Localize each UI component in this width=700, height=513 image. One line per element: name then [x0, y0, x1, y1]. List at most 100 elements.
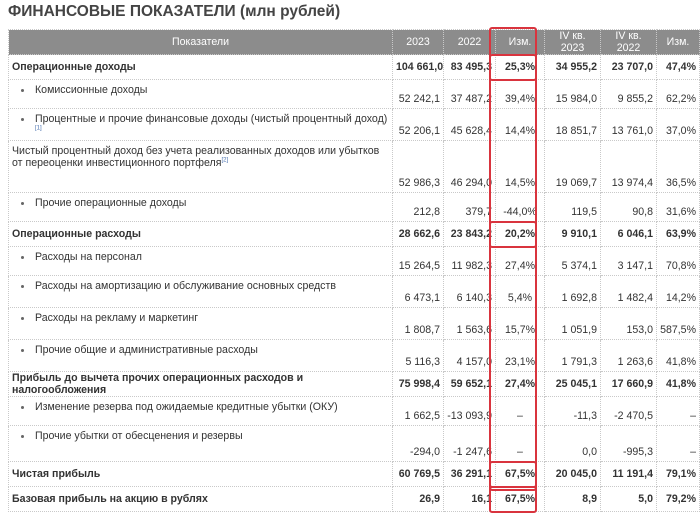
header-indicator: Показатели — [8, 29, 393, 55]
financial-table: Показатели 2023 2022 Изм. IV кв. 2023 IV… — [8, 29, 700, 512]
row-label: Изменение резерва под ожидаемые кредитны… — [8, 396, 393, 426]
value-2022: 46 294,0 — [443, 140, 496, 193]
value-change-year: 67,5% — [495, 486, 545, 512]
value-2023: 1 808,7 — [392, 307, 444, 340]
value-2022: 45 628,4 — [443, 108, 496, 141]
value-q4-2022: 9 855,2 — [600, 79, 657, 109]
value-change-year: 14,4% — [495, 108, 545, 141]
value-change-quarter: 14,2% — [656, 275, 700, 308]
value-q4-2022: 3 147,1 — [600, 246, 657, 276]
table-row: Расходы на персонал 15 264,5 11 982,3 27,4%… — [8, 246, 700, 276]
value-q4-2023: 1 051,9 — [544, 307, 601, 340]
row-label: Прочие общие и административные расходы — [8, 339, 393, 372]
row-label: Операционные расходы — [8, 221, 393, 247]
value-change-year: 20,2% — [495, 221, 545, 247]
value-2022: -13 093,9 — [443, 396, 496, 426]
value-2023: 26,9 — [392, 486, 444, 512]
value-q4-2023: -11,3 — [544, 396, 601, 426]
row-label: Чистая прибыль — [8, 461, 393, 487]
value-change-quarter: 79,2% — [656, 486, 700, 512]
page-title: ФИНАНСОВЫЕ ПОКАЗАТЕЛИ (млн рублей) — [8, 3, 341, 20]
value-2022: -1 247,6 — [443, 425, 496, 462]
footnote-link[interactable]: [2] — [221, 157, 228, 163]
value-2023: 212,8 — [392, 192, 444, 222]
value-2023: 75 998,4 — [392, 371, 444, 397]
table-row: Прочие убытки от обесценения и резервы -2… — [8, 425, 700, 462]
value-change-year: – — [495, 425, 545, 462]
value-2022: 379,7 — [443, 192, 496, 222]
header-2023: 2023 — [392, 29, 444, 55]
value-q4-2023: 1 692,8 — [544, 275, 601, 308]
table-row: Прочие общие и административные расходы 5… — [8, 339, 700, 372]
value-q4-2023: 5 374,1 — [544, 246, 601, 276]
table-row: Чистый процентный доход без учета реализ… — [8, 140, 700, 193]
value-q4-2022: 90,8 — [600, 192, 657, 222]
value-2022: 4 157,0 — [443, 339, 496, 372]
value-change-year: 14,5% — [495, 140, 545, 193]
value-2022: 11 982,3 — [443, 246, 496, 276]
row-label: Прочие убытки от обесценения и резервы — [8, 425, 393, 462]
table-header-row: Показатели 2023 2022 Изм. IV кв. 2023 IV… — [8, 29, 700, 55]
row-label: Процентные и прочие финансовые доходы (ч… — [8, 108, 393, 141]
value-2023: 1 662,5 — [392, 396, 444, 426]
value-change-quarter: 79,1% — [656, 461, 700, 487]
header-change-quarter: Изм. — [656, 29, 700, 55]
table-row: Изменение резерва под ожидаемые кредитны… — [8, 396, 700, 426]
header-q4-2022: IV кв. 2022 — [600, 29, 657, 55]
value-change-quarter: 63,9% — [656, 221, 700, 247]
row-label: Расходы на рекламу и маркетинг — [8, 307, 393, 340]
table-row: Чистая прибыль 60 769,5 36 291,1 67,5% 20 04… — [8, 461, 700, 487]
value-change-year: 67,5% — [495, 461, 545, 487]
value-change-year: 27,4% — [495, 246, 545, 276]
value-q4-2022: 13 974,4 — [600, 140, 657, 193]
value-q4-2023: 0,0 — [544, 425, 601, 462]
header-change-year: Изм. — [495, 29, 545, 55]
table-row: Операционные расходы 28 662,6 23 843,2 20,2… — [8, 221, 700, 247]
value-q4-2023: 20 045,0 — [544, 461, 601, 487]
footnote-link[interactable]: [1] — [35, 125, 42, 131]
value-change-quarter: 70,8% — [656, 246, 700, 276]
row-label: Операционные доходы — [8, 54, 393, 80]
value-q4-2023: 9 910,1 — [544, 221, 601, 247]
value-2022: 83 495,3 — [443, 54, 496, 80]
value-change-quarter: 62,2% — [656, 79, 700, 109]
value-2023: 60 769,5 — [392, 461, 444, 487]
value-change-quarter: 41,8% — [656, 339, 700, 372]
value-change-quarter: 31,6% — [656, 192, 700, 222]
row-label: Прибыль до вычета прочих операционных ра… — [8, 371, 393, 397]
value-change-year: – — [495, 396, 545, 426]
value-2022: 36 291,1 — [443, 461, 496, 487]
value-2023: 6 473,1 — [392, 275, 444, 308]
value-2023: 52 986,3 — [392, 140, 444, 193]
table-row: Расходы на амортизацию и обслуживание ос… — [8, 275, 700, 308]
value-q4-2022: 6 046,1 — [600, 221, 657, 247]
value-2022: 16,1 — [443, 486, 496, 512]
value-q4-2022: 153,0 — [600, 307, 657, 340]
value-2023: 52 242,1 — [392, 79, 444, 109]
header-2022: 2022 — [443, 29, 496, 55]
value-change-year: 39,4% — [495, 79, 545, 109]
value-change-quarter: 47,4% — [656, 54, 700, 80]
value-2022: 1 563,6 — [443, 307, 496, 340]
value-2023: 104 661,0 — [392, 54, 444, 80]
value-change-year: 27,4% — [495, 371, 545, 397]
value-change-quarter: 36,5% — [656, 140, 700, 193]
table-row: Операционные доходы 104 661,0 83 495,3 25,3… — [8, 54, 700, 80]
value-q4-2023: 1 791,3 — [544, 339, 601, 372]
value-change-quarter: 41,8% — [656, 371, 700, 397]
value-change-quarter: 587,5% — [656, 307, 700, 340]
value-change-year: 5,4% — [495, 275, 545, 308]
value-change-quarter: – — [656, 425, 700, 462]
value-change-year: 23,1% — [495, 339, 545, 372]
value-q4-2023: 18 851,7 — [544, 108, 601, 141]
value-change-year: 25,3% — [495, 54, 545, 80]
table-row: Комиссионные доходы 52 242,1 37 487,2 39,4%… — [8, 79, 700, 109]
value-2023: 15 264,5 — [392, 246, 444, 276]
value-q4-2023: 34 955,2 — [544, 54, 601, 80]
value-q4-2022: 13 761,0 — [600, 108, 657, 141]
value-q4-2022: 23 707,0 — [600, 54, 657, 80]
table-row: Расходы на рекламу и маркетинг 1 808,7 1 5… — [8, 307, 700, 340]
value-2023: 52 206,1 — [392, 108, 444, 141]
row-label: Комиссионные доходы — [8, 79, 393, 109]
row-label: Расходы на персонал — [8, 246, 393, 276]
